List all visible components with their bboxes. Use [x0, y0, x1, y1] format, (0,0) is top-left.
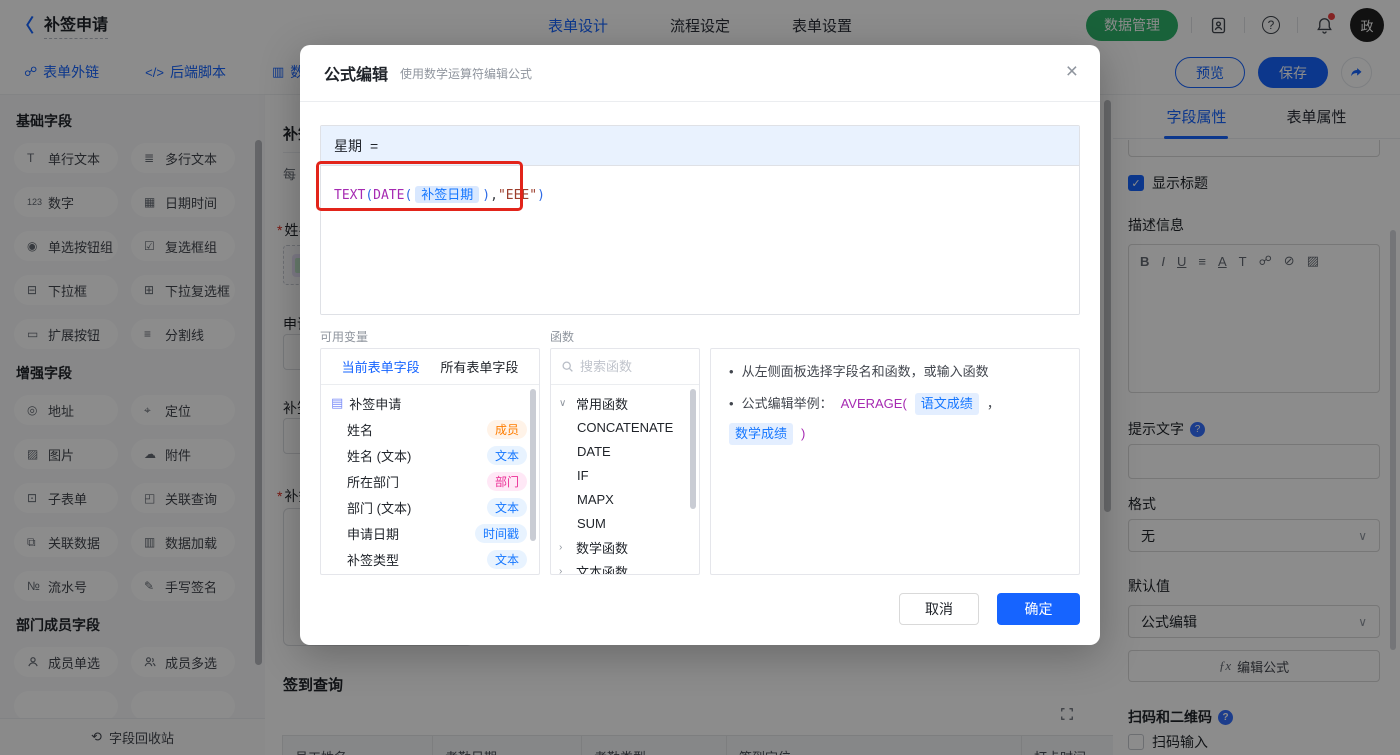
functions-tree: ∨ 常用函数 CONCATENATE DATE IF MAPX SUM › 数学函数… — [551, 385, 699, 575]
bullet: • — [729, 364, 734, 379]
function-group-math[interactable]: › 数学函数 — [551, 535, 699, 559]
modal-header: 公式编辑 使用数学运算符编辑公式 × — [300, 45, 1100, 102]
formula-result-bar: 星期 = — [321, 126, 1079, 166]
variables-root-label: 补签申请 — [349, 396, 402, 412]
tip-line: • 从左侧面板选择字段名和函数，或输入函数 — [729, 362, 1061, 382]
type-badge: 文本 — [486, 445, 527, 465]
function-item[interactable]: DATE — [551, 439, 699, 463]
tab-current-form-fields[interactable]: 当前表单字段 — [342, 357, 420, 376]
example-separator: ， — [986, 396, 1000, 411]
function-item[interactable]: CONCATENATE — [551, 415, 699, 439]
equals-sign: = — [370, 137, 379, 154]
search-icon — [562, 361, 573, 372]
function-group-common[interactable]: ∨ 常用函数 — [551, 391, 699, 415]
modal-footer: 取消 确定 — [899, 593, 1080, 625]
type-badge: 文本 — [486, 497, 527, 517]
formula-paren: ) — [537, 188, 545, 203]
close-icon[interactable]: × — [1066, 61, 1078, 82]
type-badge: 时间戳 — [474, 523, 527, 543]
function-search-input[interactable] — [580, 359, 680, 374]
type-badge: 文本 — [486, 549, 527, 569]
modal-title: 公式编辑 — [324, 67, 389, 84]
confirm-button[interactable]: 确定 — [997, 593, 1080, 625]
functions-scrollbar[interactable] — [690, 389, 696, 509]
variable-row[interactable]: 姓名 (文本) 文本 — [321, 442, 539, 468]
function-item[interactable]: MAPX — [551, 487, 699, 511]
example-field-chip: 数学成绩 — [729, 423, 794, 445]
variables-section-label: 可用变量 — [320, 330, 369, 344]
function-item[interactable]: SUM — [551, 511, 699, 535]
variables-tabs: 当前表单字段 所有表单字段 — [321, 349, 539, 385]
variables-scrollbar[interactable] — [530, 389, 536, 541]
function-search[interactable] — [551, 349, 699, 385]
formula-editor[interactable]: 星期 = TEXT(DATE(补签日期),"EEE") — [320, 125, 1080, 315]
result-field-name: 星期 — [334, 137, 362, 154]
tip-example-line: • 公式编辑举例： AVERAGE( 语文成绩 ， 数学成绩 ) — [729, 393, 1061, 445]
variable-row[interactable]: 所在部门 部门 — [321, 468, 539, 494]
example-suffix: ) — [801, 426, 806, 441]
variable-row[interactable]: 姓名 成员 — [321, 416, 539, 442]
type-badge: 成员 — [486, 419, 527, 439]
function-item[interactable]: IF — [551, 463, 699, 487]
example-prefix: 公式编辑举例： — [741, 396, 833, 411]
type-badge: 部门 — [486, 471, 527, 491]
cancel-button[interactable]: 取消 — [899, 593, 979, 625]
document-icon: ▤ — [331, 395, 344, 410]
example-field-chip: 语文成绩 — [914, 393, 979, 415]
bullet: • — [729, 396, 734, 411]
variable-row[interactable]: 申请日期 时间戳 — [321, 520, 539, 546]
variable-row[interactable]: 补签类型 文本 — [321, 546, 539, 572]
function-group-text[interactable]: › 文本函数 — [551, 559, 699, 575]
variable-row[interactable]: 部门 (文本) 文本 — [321, 494, 539, 520]
formula-edit-modal: 公式编辑 使用数学运算符编辑公式 × 星期 = TEXT(DATE(补签日期),… — [300, 45, 1100, 645]
example-function: AVERAGE( — [840, 396, 907, 411]
functions-section-label: 函数 — [550, 330, 575, 344]
modal-subtitle: 使用数学运算符编辑公式 — [400, 66, 533, 81]
functions-panel: ∨常用函数 CONCATENATE DATE IF MAPX SUM ›数学函数… — [550, 348, 700, 575]
variables-root-row[interactable]: ▤ 补签申请 — [321, 390, 539, 416]
variables-panel: 当前表单字段 所有表单字段 ▤ 补签申请 姓名 成员 姓名 (文本) 文本 所在部门… — [320, 348, 540, 575]
chevron-down-icon: ∨ — [559, 397, 567, 409]
annotation-red-box — [316, 161, 523, 211]
variable-row[interactable]: 补签日期时间戳 — [321, 572, 539, 574]
variables-tree: ▤ 补签申请 姓名 成员 姓名 (文本) 文本 所在部门 部门 部门 (文本) 文本 申… — [321, 385, 539, 574]
chevron-right-icon: › — [559, 565, 563, 575]
chevron-right-icon: › — [559, 541, 563, 553]
tab-all-form-fields[interactable]: 所有表单字段 — [440, 357, 518, 376]
tips-panel: • 从左侧面板选择字段名和函数，或输入函数 • 公式编辑举例： AVERAGE( 语… — [710, 348, 1080, 575]
